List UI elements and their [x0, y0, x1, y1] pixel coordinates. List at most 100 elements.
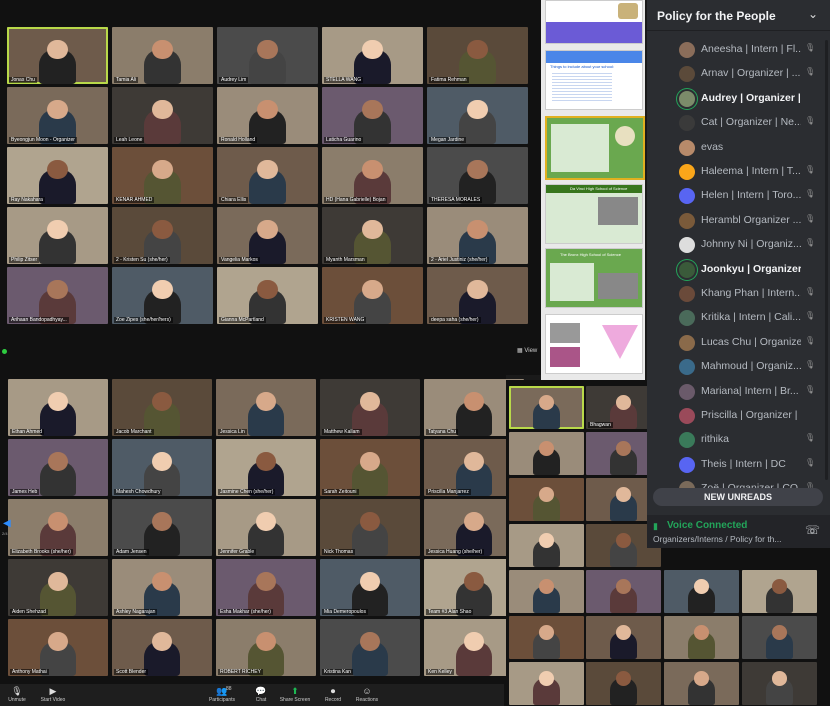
- voice-member[interactable]: Kritika | Intern | Cali... 🎙: [677, 307, 827, 329]
- video-tile[interactable]: [586, 662, 661, 705]
- video-tile[interactable]: [742, 570, 817, 613]
- voice-member[interactable]: Audrey | Organizer | Wa...: [677, 88, 827, 110]
- video-tile[interactable]: [664, 570, 739, 613]
- video-tile[interactable]: [586, 616, 661, 659]
- video-tile[interactable]: KRISTEN WANG: [322, 267, 423, 324]
- voice-member[interactable]: Herambl Organizer ... 🎙: [677, 210, 827, 232]
- record-button[interactable]: ⏺ Record: [316, 686, 350, 703]
- video-tile[interactable]: Nick Thomas: [320, 499, 420, 556]
- video-tile[interactable]: Jasmine Chen (she/her): [216, 439, 316, 496]
- voice-member[interactable]: Priscilla | Organizer | NJ: [677, 405, 827, 427]
- video-tile[interactable]: [509, 478, 584, 521]
- video-tile[interactable]: 2 - Kristen Su (she/her): [112, 207, 213, 264]
- voice-status[interactable]: Voice Connected: [667, 520, 747, 531]
- video-tile[interactable]: Philip Zitser: [7, 207, 108, 264]
- voice-member[interactable]: Mariana| Intern | Br... 🎙: [677, 381, 827, 403]
- video-tile[interactable]: [509, 386, 584, 429]
- video-tile[interactable]: Jonas Chu: [7, 27, 108, 84]
- voice-member[interactable]: Arnav | Organizer | ... 🎙: [677, 63, 827, 85]
- video-tile[interactable]: Jacob Marchant: [112, 379, 212, 436]
- video-tile[interactable]: [509, 570, 584, 613]
- video-tile[interactable]: HD (Hana Gabrielle) Bojan: [322, 147, 423, 204]
- video-tile[interactable]: [742, 616, 817, 659]
- chevron-down-icon[interactable]: ⌄: [808, 7, 818, 21]
- unmute-button[interactable]: 🎙 Unmute: [0, 686, 34, 703]
- video-tile[interactable]: Myanth Marsman: [322, 207, 423, 264]
- new-unreads-button[interactable]: NEW UNREADS: [653, 488, 823, 506]
- video-tile[interactable]: Arihaan Bandopadhyay...: [7, 267, 108, 324]
- video-tile[interactable]: Mia Demeropoulos: [320, 559, 420, 616]
- video-tile[interactable]: THERESA MORALES: [427, 147, 528, 204]
- video-tile[interactable]: [742, 662, 817, 705]
- voice-member[interactable]: Haleema | Intern | T... 🎙: [677, 161, 827, 183]
- video-tile[interactable]: [586, 570, 661, 613]
- video-tile[interactable]: James Heb: [8, 439, 108, 496]
- video-tile[interactable]: Leah Leone: [112, 87, 213, 144]
- video-tile[interactable]: Zoe Zipes (she/her/hers): [112, 267, 213, 324]
- video-tile[interactable]: ROBERT RICHEY: [216, 619, 316, 676]
- video-tile[interactable]: [509, 662, 584, 705]
- video-tile[interactable]: Aiden Shehzad: [8, 559, 108, 616]
- share-screen-button[interactable]: ⬆ Share Screen: [278, 686, 312, 703]
- video-tile[interactable]: [664, 616, 739, 659]
- disconnect-icon[interactable]: ☏: [805, 523, 820, 537]
- video-tile[interactable]: STELLA WANG: [322, 27, 423, 84]
- chat-button[interactable]: 💬 Chat: [244, 686, 278, 703]
- voice-channel-name[interactable]: Organizers/Interns / Policy for th...: [653, 534, 782, 544]
- video-tile[interactable]: Matthew Kallam: [320, 379, 420, 436]
- video-tile[interactable]: Gianna McPartland: [217, 267, 318, 324]
- video-tile[interactable]: Megan Jardine: [427, 87, 528, 144]
- video-tile[interactable]: Ethan Ahmed: [8, 379, 108, 436]
- video-tile[interactable]: Elizabeth Brooks (she/her): [8, 499, 108, 556]
- video-tile[interactable]: 2 - Ariel Justiniz (she/her): [427, 207, 528, 264]
- video-tile[interactable]: Jessica Lin: [216, 379, 316, 436]
- server-title[interactable]: Policy for the People: [657, 9, 776, 23]
- slide-thumb-3[interactable]: [545, 116, 645, 180]
- slide-thumb-1[interactable]: [545, 0, 643, 44]
- video-tile[interactable]: Mahesh Chowdhury: [112, 439, 212, 496]
- prev-page-button[interactable]: ◀: [3, 518, 11, 529]
- video-tile[interactable]: Kristina Kan: [320, 619, 420, 676]
- video-tile[interactable]: deepa saha (she/her): [427, 267, 528, 324]
- video-tile[interactable]: Esha Makhar (she/her): [216, 559, 316, 616]
- slide-thumb-4[interactable]: Da Vinci High School of Science: [545, 184, 643, 244]
- view-button[interactable]: ▦ View: [517, 347, 537, 354]
- video-tile[interactable]: Ronald Holland: [217, 87, 318, 144]
- start-video-button[interactable]: ▶ Start Video: [36, 686, 70, 703]
- video-tile[interactable]: [509, 616, 584, 659]
- video-tile[interactable]: Jennifer Grable: [216, 499, 316, 556]
- video-tile[interactable]: [509, 432, 584, 475]
- voice-member[interactable]: Johnny Ni | Organiz... 🎙: [677, 234, 827, 256]
- video-tile[interactable]: Sarah Zeitouni: [320, 439, 420, 496]
- video-tile[interactable]: Byeongjun Moon - Organizer: [7, 87, 108, 144]
- video-tile[interactable]: Chiara Ellis: [217, 147, 318, 204]
- video-tile[interactable]: Fatima Rehman: [427, 27, 528, 84]
- voice-member[interactable]: Lucas Chu | Organizer | ... 🎙: [677, 332, 827, 354]
- voice-member[interactable]: rithika 🎙: [677, 429, 827, 451]
- video-tile[interactable]: Ashley Nagarajan: [112, 559, 212, 616]
- video-tile[interactable]: Ray Nakahara: [7, 147, 108, 204]
- slide-thumb-5[interactable]: The Bronx High School of Science: [545, 248, 643, 308]
- voice-member[interactable]: Aneesha | Intern | Fl... 🎙: [677, 39, 827, 61]
- video-tile[interactable]: [664, 662, 739, 705]
- voice-member[interactable]: Cat | Organizer | Ne... 🎙: [677, 112, 827, 134]
- voice-member[interactable]: Helen | Intern | Toro... 🎙: [677, 185, 827, 207]
- voice-member[interactable]: Theis | Intern | DC 🎙: [677, 454, 827, 476]
- reactions-button[interactable]: ☺ Reactions: [350, 686, 384, 703]
- video-tile[interactable]: Tamia Ali: [112, 27, 213, 84]
- video-tile[interactable]: Vangelia Markos: [217, 207, 318, 264]
- video-tile[interactable]: KENAR AHMED: [112, 147, 213, 204]
- video-tile[interactable]: Audrey Lim: [217, 27, 318, 84]
- video-tile[interactable]: Anthony Mathai: [8, 619, 108, 676]
- voice-member[interactable]: evas: [677, 137, 827, 159]
- participants-button[interactable]: 👥 Participants: [205, 686, 239, 703]
- voice-member[interactable]: Joonkyu | Organizer | TN: [677, 259, 827, 281]
- slide-thumb-2[interactable]: Things to include about your school:: [545, 50, 643, 110]
- video-tile[interactable]: Scott Blender: [112, 619, 212, 676]
- slide-thumb-6[interactable]: [545, 314, 643, 374]
- video-tile[interactable]: Adam Jensen: [112, 499, 212, 556]
- video-tile[interactable]: Laticha Guarino: [322, 87, 423, 144]
- voice-member[interactable]: Mahmoud | Organiz... 🎙: [677, 356, 827, 378]
- video-tile[interactable]: [509, 524, 584, 567]
- voice-member[interactable]: Khang Phan | Intern... 🎙: [677, 283, 827, 305]
